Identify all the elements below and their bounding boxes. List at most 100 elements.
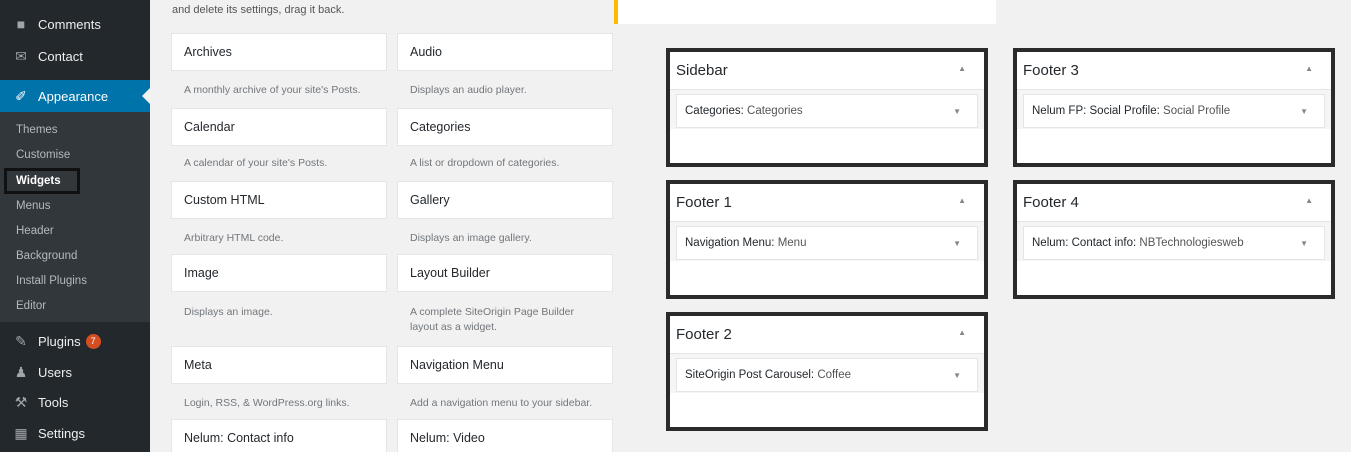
menu-comments[interactable]: ■ Comments bbox=[0, 8, 150, 40]
widget-image-desc: Displays an image. bbox=[184, 306, 273, 318]
users-icon: ♟ bbox=[14, 364, 28, 380]
area-footer-2: Footer 2 ▲ SiteOrigin Post Carousel: Cof… bbox=[666, 312, 988, 431]
widget-image[interactable]: Image bbox=[171, 254, 387, 292]
widget-navigation-menu-desc: Add a navigation menu to your sidebar. bbox=[410, 397, 593, 409]
menu-users[interactable]: ♟ Users bbox=[0, 356, 150, 388]
area-footer-4-title: Footer 4 bbox=[1023, 194, 1079, 211]
placed-widget-name: Nelum: Contact info: NBTechnologiesweb bbox=[1032, 237, 1244, 249]
collapse-arrow-icon[interactable]: ▲ bbox=[958, 328, 966, 337]
settings-icon: ▦ bbox=[14, 425, 28, 441]
available-widgets-instructions: and delete its settings, drag it back. bbox=[172, 4, 345, 16]
submenu-themes[interactable]: Themes bbox=[16, 124, 58, 136]
area-sidebar-title: Sidebar bbox=[676, 62, 728, 79]
submenu-editor[interactable]: Editor bbox=[16, 300, 46, 312]
menu-contact-label: Contact bbox=[38, 48, 83, 64]
placed-widget-siteorigin-post-carousel[interactable]: SiteOrigin Post Carousel: Coffee ▼ bbox=[676, 358, 978, 392]
area-footer-3-header[interactable]: Footer 3 ▲ bbox=[1017, 52, 1331, 90]
expand-arrow-icon[interactable]: ▼ bbox=[953, 239, 961, 248]
widget-audio[interactable]: Audio bbox=[397, 33, 613, 71]
menu-comments-label: Comments bbox=[38, 16, 101, 32]
area-drop-zone bbox=[670, 393, 984, 427]
collapse-arrow-icon[interactable]: ▲ bbox=[1305, 196, 1313, 205]
notice-strip bbox=[614, 0, 996, 24]
collapse-arrow-icon[interactable]: ▲ bbox=[958, 196, 966, 205]
widget-nelum-contact-info[interactable]: Nelum: Contact info bbox=[171, 419, 387, 452]
area-drop-zone bbox=[670, 129, 984, 163]
submenu-header[interactable]: Header bbox=[16, 225, 54, 237]
menu-appearance-label: Appearance bbox=[38, 88, 109, 104]
placed-widget-contact-info[interactable]: Nelum: Contact info: NBTechnologiesweb ▼ bbox=[1023, 226, 1325, 260]
area-footer-2-body: SiteOrigin Post Carousel: Coffee ▼ bbox=[670, 354, 984, 427]
paintbrush-icon: ✐ bbox=[15, 88, 27, 104]
menu-settings[interactable]: ▦ Settings bbox=[0, 417, 150, 449]
expand-arrow-icon[interactable]: ▼ bbox=[953, 107, 961, 116]
placed-widget-categories[interactable]: Categories: Categories ▼ bbox=[676, 94, 978, 128]
area-drop-zone bbox=[1017, 129, 1331, 163]
area-sidebar: Sidebar ▲ Categories: Categories ▼ bbox=[666, 48, 988, 167]
expand-arrow-icon[interactable]: ▼ bbox=[1300, 107, 1308, 116]
menu-plugins-label: Plugins bbox=[38, 333, 81, 349]
widget-meta-desc: Login, RSS, & WordPress.org links. bbox=[184, 397, 350, 409]
expand-arrow-icon[interactable]: ▼ bbox=[1300, 239, 1308, 248]
area-footer-3-body: Nelum FP: Social Profile: Social Profile… bbox=[1017, 90, 1331, 163]
widget-gallery[interactable]: Gallery bbox=[397, 181, 613, 219]
widget-calendar[interactable]: Calendar bbox=[171, 108, 387, 146]
expand-arrow-icon[interactable]: ▼ bbox=[953, 371, 961, 380]
submenu-customise[interactable]: Customise bbox=[16, 149, 70, 161]
menu-plugins[interactable]: ✎ Plugins 7 bbox=[0, 325, 150, 357]
menu-appearance[interactable]: ✐ Appearance bbox=[0, 80, 150, 112]
collapse-arrow-icon[interactable]: ▲ bbox=[1305, 64, 1313, 73]
appearance-submenu: Themes Customise Widgets Menus Header Ba… bbox=[0, 112, 150, 322]
widget-gallery-desc: Displays an image gallery. bbox=[410, 232, 532, 244]
area-sidebar-body: Categories: Categories ▼ bbox=[670, 90, 984, 163]
widget-layout-builder-desc: A complete SiteOrigin Page Builder layou… bbox=[410, 306, 575, 333]
placed-widget-social-profile[interactable]: Nelum FP: Social Profile: Social Profile… bbox=[1023, 94, 1325, 128]
area-drop-zone bbox=[1017, 261, 1331, 295]
widget-archives-desc: A monthly archive of your site's Posts. bbox=[184, 84, 361, 96]
area-drop-zone bbox=[670, 261, 984, 295]
widget-audio-desc: Displays an audio player. bbox=[410, 84, 527, 96]
mail-icon: ✉ bbox=[15, 48, 27, 64]
widget-custom-html[interactable]: Custom HTML bbox=[171, 181, 387, 219]
area-footer-1-header[interactable]: Footer 1 ▲ bbox=[670, 184, 984, 222]
area-footer-4-body: Nelum: Contact info: NBTechnologiesweb ▼ bbox=[1017, 222, 1331, 295]
menu-contact[interactable]: ✉ Contact bbox=[0, 40, 150, 72]
admin-menu: ■ Comments ✉ Contact ✐ Appearance Themes… bbox=[0, 0, 150, 452]
area-footer-3: Footer 3 ▲ Nelum FP: Social Profile: Soc… bbox=[1013, 48, 1335, 167]
widgets-highlight-box bbox=[4, 168, 80, 194]
area-footer-1-title: Footer 1 bbox=[676, 194, 732, 211]
placed-widget-name: Categories: Categories bbox=[685, 105, 803, 117]
placed-widget-name: Nelum FP: Social Profile: Social Profile bbox=[1032, 105, 1231, 117]
submenu-menus[interactable]: Menus bbox=[16, 200, 51, 212]
area-footer-1-body: Navigation Menu: Menu ▼ bbox=[670, 222, 984, 295]
collapse-arrow-icon[interactable]: ▲ bbox=[958, 64, 966, 73]
widget-categories-desc: A list or dropdown of categories. bbox=[410, 157, 560, 169]
plugins-update-badge: 7 bbox=[85, 333, 101, 349]
widget-categories[interactable]: Categories bbox=[397, 108, 613, 146]
menu-users-label: Users bbox=[38, 364, 72, 380]
widget-layout-builder[interactable]: Layout Builder bbox=[397, 254, 613, 292]
area-footer-2-title: Footer 2 bbox=[676, 326, 732, 343]
widget-nelum-video[interactable]: Nelum: Video bbox=[397, 419, 613, 452]
widget-calendar-desc: A calendar of your site's Posts. bbox=[184, 157, 328, 169]
area-footer-4-header[interactable]: Footer 4 ▲ bbox=[1017, 184, 1331, 222]
submenu-install-plugins[interactable]: Install Plugins bbox=[16, 275, 87, 287]
wrench-icon: ⚒ bbox=[14, 394, 28, 410]
placed-widget-name: SiteOrigin Post Carousel: Coffee bbox=[685, 369, 852, 381]
area-footer-1: Footer 1 ▲ Navigation Menu: Menu ▼ bbox=[666, 180, 988, 299]
area-sidebar-header[interactable]: Sidebar ▲ bbox=[670, 52, 984, 90]
plugin-icon: ✎ bbox=[15, 333, 27, 349]
widget-meta[interactable]: Meta bbox=[171, 346, 387, 384]
placed-widget-name: Navigation Menu: Menu bbox=[685, 237, 807, 249]
widget-custom-html-desc: Arbitrary HTML code. bbox=[184, 232, 284, 244]
area-footer-4: Footer 4 ▲ Nelum: Contact info: NBTechno… bbox=[1013, 180, 1335, 299]
comment-icon: ■ bbox=[16, 16, 26, 32]
area-footer-3-title: Footer 3 bbox=[1023, 62, 1079, 79]
submenu-background[interactable]: Background bbox=[16, 250, 77, 262]
widget-archives[interactable]: Archives bbox=[171, 33, 387, 71]
placed-widget-navigation-menu[interactable]: Navigation Menu: Menu ▼ bbox=[676, 226, 978, 260]
area-footer-2-header[interactable]: Footer 2 ▲ bbox=[670, 316, 984, 354]
menu-settings-label: Settings bbox=[38, 425, 85, 441]
widget-navigation-menu[interactable]: Navigation Menu bbox=[397, 346, 613, 384]
menu-tools[interactable]: ⚒ Tools bbox=[0, 386, 150, 418]
